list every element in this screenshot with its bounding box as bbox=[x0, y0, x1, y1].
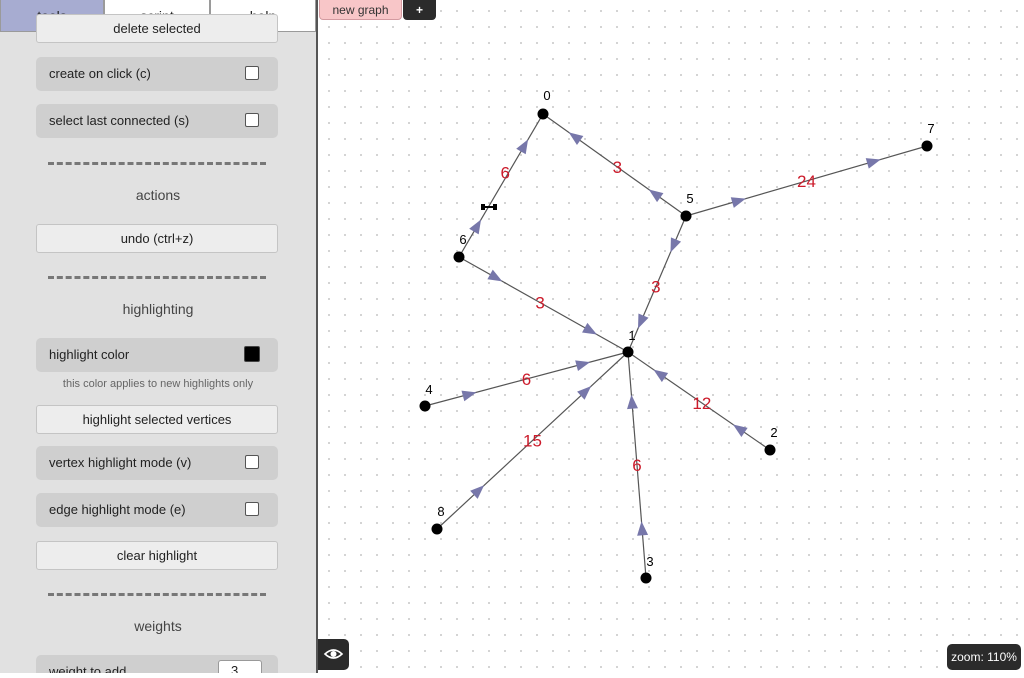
edge-weight-label: 6 bbox=[500, 163, 509, 182]
vertex-dot[interactable] bbox=[640, 572, 652, 584]
weights-heading: weights bbox=[134, 618, 182, 634]
create-on-click-toggle[interactable]: create on click (c) bbox=[36, 57, 278, 91]
highlight-color-swatch[interactable] bbox=[244, 346, 260, 362]
edge-weight-label: 3 bbox=[613, 158, 622, 177]
create-on-click-label: create on click (c) bbox=[49, 66, 151, 81]
divider bbox=[48, 593, 266, 596]
weight-input[interactable]: 3 bbox=[218, 660, 262, 673]
vertex-label: 5 bbox=[686, 191, 693, 206]
edge-highlight-checkbox[interactable] bbox=[245, 502, 259, 516]
highlight-color-label: highlight color bbox=[49, 347, 130, 362]
graph-svg[interactable]: 6 32433615612 012345678 bbox=[318, 0, 1024, 673]
edge-highlight-label: edge highlight mode (e) bbox=[49, 502, 186, 517]
weight-to-add-label: weight to add bbox=[49, 664, 127, 673]
select-last-connected-toggle[interactable]: select last connected (s) bbox=[36, 104, 278, 138]
dot-grid bbox=[318, 0, 1024, 673]
highlighting-heading: highlighting bbox=[122, 301, 194, 317]
vertex-label: 8 bbox=[437, 504, 444, 519]
vertex-highlight-toggle[interactable]: vertex highlight mode (v) bbox=[36, 446, 278, 480]
add-graph-button[interactable]: + bbox=[403, 0, 436, 20]
select-last-connected-label: select last connected (s) bbox=[49, 113, 190, 128]
vertex-label: 1 bbox=[628, 328, 635, 343]
edge-weight-label: 6 bbox=[522, 370, 531, 389]
clear-highlight-button[interactable]: clear highlight bbox=[36, 541, 278, 570]
actions-heading: actions bbox=[135, 187, 181, 203]
select-last-connected-checkbox[interactable] bbox=[245, 113, 259, 127]
vertex-label: 2 bbox=[770, 425, 777, 440]
graph-canvas[interactable]: 6 3 24 3 3 6 15 6 12 012345678 new graph + bbox=[318, 0, 1024, 673]
vertex-dot[interactable] bbox=[431, 523, 443, 535]
weight-to-add-control: weight to add 3 bbox=[36, 655, 278, 673]
vertex-label: 7 bbox=[927, 121, 934, 136]
highlight-note: this color applies to new highlights onl… bbox=[62, 378, 254, 390]
delete-selected-button[interactable]: delete selected bbox=[36, 14, 278, 43]
eye-icon bbox=[323, 649, 344, 659]
edge-weight-label: 24 bbox=[797, 172, 816, 191]
vertex-label: 3 bbox=[646, 554, 653, 569]
divider bbox=[48, 162, 266, 165]
vertex-dot[interactable] bbox=[622, 346, 634, 358]
tools-panel: tools script help delete selected create… bbox=[0, 0, 316, 673]
edge-weight-label: 15 bbox=[523, 432, 542, 451]
highlight-color-control[interactable]: highlight color bbox=[36, 338, 278, 372]
vertex-label: 6 bbox=[459, 232, 466, 247]
divider bbox=[48, 276, 266, 279]
graph-tab-active[interactable]: new graph bbox=[319, 0, 402, 20]
vertex-dot[interactable] bbox=[921, 140, 933, 152]
create-on-click-checkbox[interactable] bbox=[245, 66, 259, 80]
vertex-dot[interactable] bbox=[419, 400, 431, 412]
vertex-dot[interactable] bbox=[764, 444, 776, 456]
vertex-highlight-label: vertex highlight mode (v) bbox=[49, 455, 192, 470]
edge-weight-label: 3 bbox=[651, 278, 660, 297]
vertex-dot[interactable] bbox=[680, 210, 692, 222]
edge-weight-label: 6 bbox=[632, 456, 641, 475]
undo-button[interactable]: undo (ctrl+z) bbox=[36, 224, 278, 253]
vertex-highlight-checkbox[interactable] bbox=[245, 455, 259, 469]
weight-input-value: 3 bbox=[231, 663, 239, 673]
vertex-dot[interactable] bbox=[537, 108, 549, 120]
edge-highlight-toggle[interactable]: edge highlight mode (e) bbox=[36, 493, 278, 527]
edge-weight-label: 12 bbox=[692, 394, 711, 413]
vertex-dot[interactable] bbox=[453, 251, 465, 263]
vertex-label: 0 bbox=[543, 88, 550, 103]
visibility-toggle-button[interactable] bbox=[318, 639, 349, 670]
edge-weight-label: 3 bbox=[535, 294, 544, 313]
zoom-indicator: zoom: 110% bbox=[947, 644, 1021, 670]
highlight-selected-button[interactable]: highlight selected vertices bbox=[36, 405, 278, 434]
vertex-label: 4 bbox=[425, 382, 432, 397]
